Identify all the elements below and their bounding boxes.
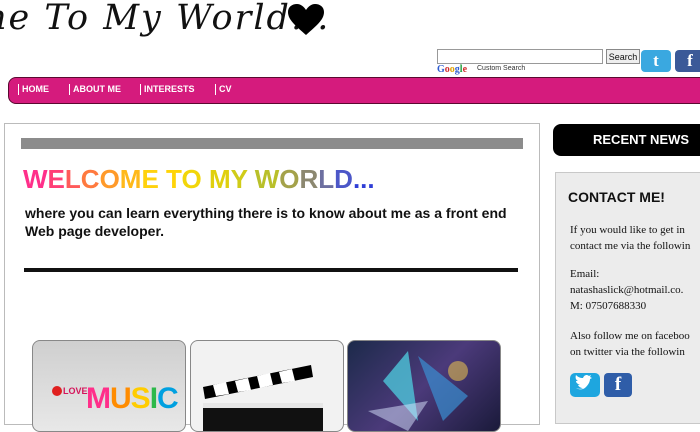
intro-text: where you can learn everything there is … bbox=[25, 205, 507, 239]
search-input[interactable] bbox=[437, 49, 603, 64]
anime-art-icon bbox=[368, 351, 468, 431]
twitter-icon[interactable]: t bbox=[641, 50, 671, 72]
follow-text-1: Also follow me on faceboo bbox=[570, 330, 690, 342]
love-label: LOVE bbox=[63, 386, 88, 396]
custom-search-label: Custom Search bbox=[477, 65, 526, 72]
anime-card[interactable] bbox=[347, 340, 501, 432]
search-area: Search Google Custom Search bbox=[437, 49, 640, 79]
mobile-number: M: 07507688330 bbox=[570, 300, 647, 312]
follow-text-2: on twitter via the followin bbox=[570, 346, 685, 358]
nav-cv[interactable]: CV bbox=[215, 84, 232, 95]
search-button[interactable]: Search bbox=[606, 49, 640, 64]
contact-text-2: contact me via the followin bbox=[570, 240, 691, 252]
heart-icon bbox=[52, 386, 62, 396]
facebook-icon[interactable]: f bbox=[604, 373, 632, 397]
google-logo: Google bbox=[437, 64, 468, 75]
contact-title: CONTACT ME! bbox=[568, 189, 665, 205]
nav-home[interactable]: HOME bbox=[18, 84, 49, 95]
nav-interests[interactable]: INTERESTS bbox=[140, 84, 195, 95]
email-label: Email: bbox=[570, 268, 600, 280]
site-title: ne To My World... bbox=[0, 0, 331, 38]
nav-bar: HOME ABOUT ME INTERESTS CV bbox=[8, 77, 700, 104]
nav-about[interactable]: ABOUT ME bbox=[69, 84, 121, 95]
contact-text-1: If you would like to get in bbox=[570, 224, 685, 236]
film-card[interactable] bbox=[190, 340, 344, 432]
top-gray-bar bbox=[21, 138, 523, 149]
twitter-icon[interactable] bbox=[570, 373, 600, 397]
heart-icon bbox=[288, 4, 324, 35]
recent-news-tab[interactable]: RECENT NEWS bbox=[553, 124, 700, 156]
email-value[interactable]: natashaslick@hotmail.co. bbox=[570, 284, 683, 296]
welcome-heading: WELCOME TO MY WORLD... bbox=[23, 164, 375, 194]
music-label: MUSIC bbox=[86, 382, 179, 415]
divider-rule bbox=[24, 268, 518, 272]
facebook-icon[interactable]: f bbox=[675, 50, 700, 72]
clapperboard-icon bbox=[203, 365, 323, 431]
